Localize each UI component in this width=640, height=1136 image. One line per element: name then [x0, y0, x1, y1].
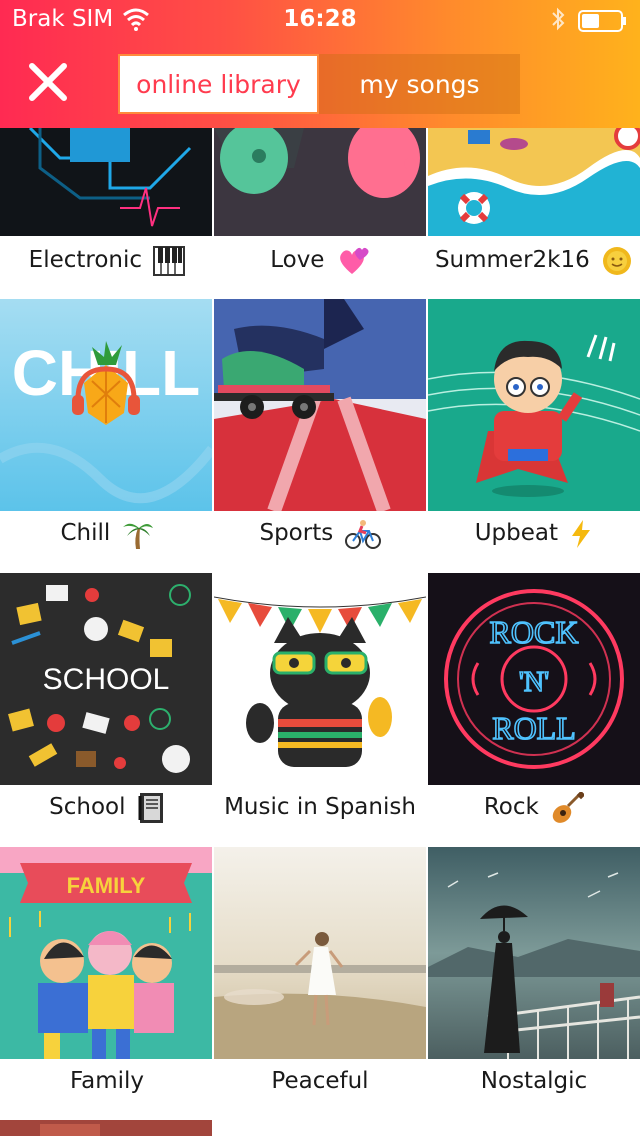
spanish-artwork	[214, 573, 426, 785]
bluetooth-icon	[552, 7, 565, 31]
svg-text:'N': 'N'	[519, 667, 549, 698]
svg-text:ROLL: ROLL	[492, 710, 576, 746]
category-label-summer: Summer2k16	[427, 240, 640, 280]
next-artwork	[0, 1120, 212, 1136]
love-artwork	[214, 128, 426, 236]
school-artwork: SCHOOL	[0, 573, 212, 785]
category-tile-next[interactable]	[0, 1120, 212, 1136]
summer-artwork	[428, 128, 640, 236]
category-label-music-in-spanish: Music in Spanish	[224, 794, 416, 820]
palm-tree-icon	[122, 523, 153, 549]
category-tile-school[interactable]: SCHOOL	[0, 573, 212, 785]
tab-online-library[interactable]: online library	[118, 54, 319, 114]
category-tile-peaceful[interactable]	[214, 847, 426, 1059]
category-label-school: School	[0, 787, 214, 827]
category-tile-electronic[interactable]	[0, 128, 212, 236]
svg-text:FAMILY: FAMILY	[67, 873, 146, 898]
notebook-icon	[138, 792, 163, 823]
category-tile-love[interactable]	[214, 128, 426, 236]
category-label-electronic: Electronic	[0, 240, 214, 280]
peaceful-artwork	[214, 847, 426, 1059]
status-bar: Brak SIM 16:28	[0, 0, 640, 42]
library-tabs: online library my songs	[118, 54, 520, 114]
guitar-icon	[552, 791, 585, 823]
battery-icon	[578, 10, 626, 32]
category-label-family: Family	[69, 1068, 144, 1094]
tab-my-songs[interactable]: my songs	[319, 54, 520, 114]
electronic-artwork	[0, 128, 212, 236]
upbeat-artwork	[428, 299, 640, 511]
category-tile-music-in-spanish[interactable]	[214, 573, 426, 785]
bicycle-icon	[344, 519, 381, 549]
category-tile-sports[interactable]	[214, 299, 426, 511]
category-label-peaceful: Peaceful	[271, 1068, 369, 1094]
piano-icon	[153, 245, 186, 276]
clock: 16:28	[283, 6, 357, 32]
category-tile-chill[interactable]: CHILL	[0, 299, 212, 511]
category-label-sports: Sports	[213, 513, 427, 553]
close-icon[interactable]	[24, 58, 72, 106]
category-label-love: Love	[213, 240, 427, 280]
category-grid: Electronic Love Summer2k16 Chill Sports …	[0, 128, 640, 1136]
category-tile-rock[interactable]: ROCK 'N' ROLL	[428, 573, 640, 785]
svg-text:ROCK: ROCK	[490, 614, 579, 650]
hearts-icon	[339, 247, 369, 274]
nostalgic-artwork	[428, 847, 640, 1059]
category-label-rock: Rock	[427, 787, 640, 827]
sports-artwork	[214, 299, 426, 511]
category-tile-nostalgic[interactable]	[428, 847, 640, 1059]
category-tile-summer[interactable]	[428, 128, 640, 236]
category-tile-upbeat[interactable]	[428, 299, 640, 511]
sun-icon	[603, 246, 632, 275]
category-label-chill: Chill	[0, 513, 214, 553]
lightning-icon	[572, 519, 591, 548]
category-label-nostalgic: Nostalgic	[480, 1068, 588, 1094]
top-header: Brak SIM 16:28 online library my songs	[0, 0, 640, 128]
rock-artwork: ROCK 'N' ROLL	[428, 573, 640, 785]
category-label-upbeat: Upbeat	[427, 513, 640, 553]
svg-text:SCHOOL: SCHOOL	[43, 663, 170, 696]
chill-artwork: CHILL	[0, 299, 212, 511]
category-tile-family[interactable]: FAMILY	[0, 847, 212, 1059]
family-artwork: FAMILY	[0, 847, 212, 1059]
